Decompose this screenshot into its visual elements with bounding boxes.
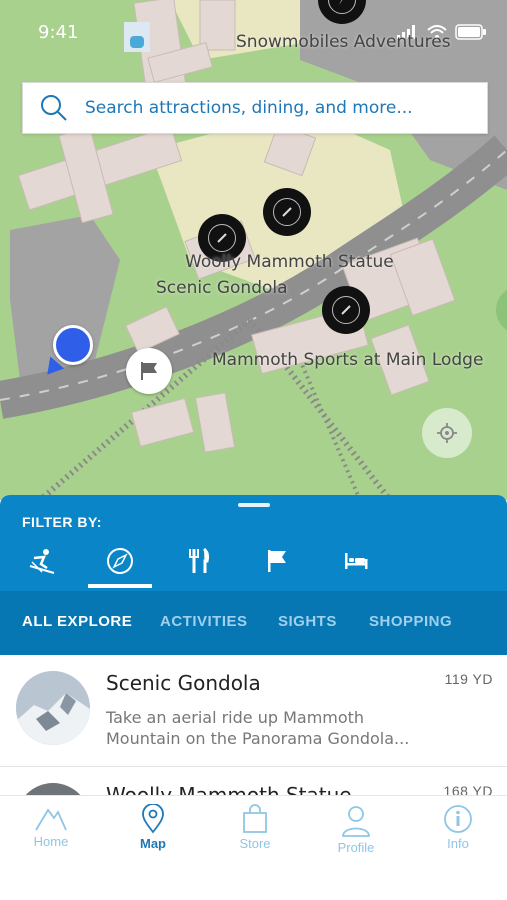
- search-bar[interactable]: Search attractions, dining, and more...: [22, 82, 488, 134]
- filter-dining[interactable]: [178, 543, 218, 579]
- lodging-icon: [345, 553, 368, 569]
- flag-icon: [141, 362, 157, 380]
- filter-selected-indicator: [88, 584, 152, 588]
- tabbar-profile[interactable]: Profile: [311, 804, 401, 855]
- list-item[interactable]: Scenic Gondola 119 YD Take an aerial rid…: [0, 655, 507, 767]
- tabbar-info[interactable]: Info: [413, 804, 503, 851]
- tabbar-home-label: Home: [33, 834, 69, 849]
- thumbnail-mammoth: [16, 783, 90, 795]
- skiing-icon: [29, 549, 55, 574]
- map-label-scenic-gondola[interactable]: Scenic Gondola: [156, 278, 288, 298]
- locate-me-button[interactable]: [422, 408, 472, 458]
- compass-icon: [273, 198, 301, 226]
- tab-activities[interactable]: ACTIVITIES: [160, 613, 248, 630]
- item-distance: 119 YD: [444, 671, 493, 687]
- filter-title: FILTER BY:: [22, 514, 102, 530]
- filter-compass[interactable]: [100, 543, 140, 579]
- poi-marker-mammoth-statue[interactable]: [263, 188, 311, 236]
- profile-icon: [342, 806, 370, 837]
- poi-marker-mammoth-sports[interactable]: [322, 286, 370, 334]
- map-view[interactable]: 9:41 Snowmobiles Adventures Woolly Mammo…: [0, 0, 507, 500]
- user-location-dot: [53, 325, 93, 365]
- flag-marker[interactable]: [126, 348, 172, 394]
- search-icon: [23, 94, 85, 122]
- crosshair-icon: [437, 423, 457, 443]
- tab-all-explore[interactable]: ALL EXPLORE: [22, 613, 132, 630]
- thumbnail-gondola: [16, 671, 90, 745]
- compass-icon: [208, 224, 236, 252]
- tabbar-info-label: Info: [447, 836, 469, 851]
- filter-skiing[interactable]: [22, 543, 62, 579]
- category-tabs: ALL EXPLORE ACTIVITIES SIGHTS SHOPPING: [0, 591, 507, 655]
- tabbar-home[interactable]: Home: [6, 804, 96, 849]
- results-list: Scenic Gondola 119 YD Take an aerial rid…: [0, 655, 507, 795]
- shopping-bag-icon: [243, 804, 267, 833]
- item-title: Scenic Gondola: [106, 671, 261, 695]
- tab-shopping[interactable]: SHOPPING: [369, 613, 452, 630]
- tabbar-store-label: Store: [239, 836, 271, 851]
- status-time: 9:41: [38, 22, 79, 43]
- item-distance: 168 YD: [443, 783, 493, 795]
- item-title: Woolly Mammoth Statue: [106, 783, 352, 795]
- filter-lodging[interactable]: [336, 543, 376, 579]
- map-label-mammoth-sports[interactable]: Mammoth Sports at Main Lodge: [212, 350, 483, 370]
- compass-icon: [328, 0, 356, 14]
- map-pin-icon: [142, 804, 164, 834]
- filter-flag[interactable]: [257, 543, 297, 579]
- compass-icon: [107, 548, 133, 574]
- tabbar-profile-label: Profile: [337, 840, 375, 855]
- search-placeholder: Search attractions, dining, and more...: [85, 98, 413, 118]
- list-item[interactable]: Woolly Mammoth Statue 168 YD: [0, 767, 507, 795]
- map-label-snowmobiles[interactable]: Snowmobiles Adventures: [236, 32, 451, 52]
- item-description: Take an aerial ride up Mammoth Mountain …: [106, 708, 410, 748]
- dining-icon: [189, 547, 210, 573]
- filter-panel: FILTER BY: ALL EXPLORE ACTIVITIES SIGHTS…: [0, 495, 507, 655]
- tab-sights[interactable]: SIGHTS: [278, 613, 337, 630]
- mountain-icon: [35, 808, 67, 831]
- map-label-mammoth-statue[interactable]: Woolly Mammoth Statue: [185, 252, 394, 272]
- flag-icon: [268, 550, 286, 572]
- compass-icon: [332, 296, 360, 324]
- bottom-tab-bar: Home Map Store Profile Info: [0, 795, 507, 900]
- tabbar-store[interactable]: Store: [210, 804, 300, 851]
- filter-icon-row: [0, 539, 507, 589]
- info-icon: [444, 805, 472, 833]
- tabbar-map[interactable]: Map: [108, 804, 198, 851]
- tabbar-map-label: Map: [140, 836, 166, 851]
- battery-icon: [455, 24, 486, 40]
- panel-grabber[interactable]: [238, 503, 270, 507]
